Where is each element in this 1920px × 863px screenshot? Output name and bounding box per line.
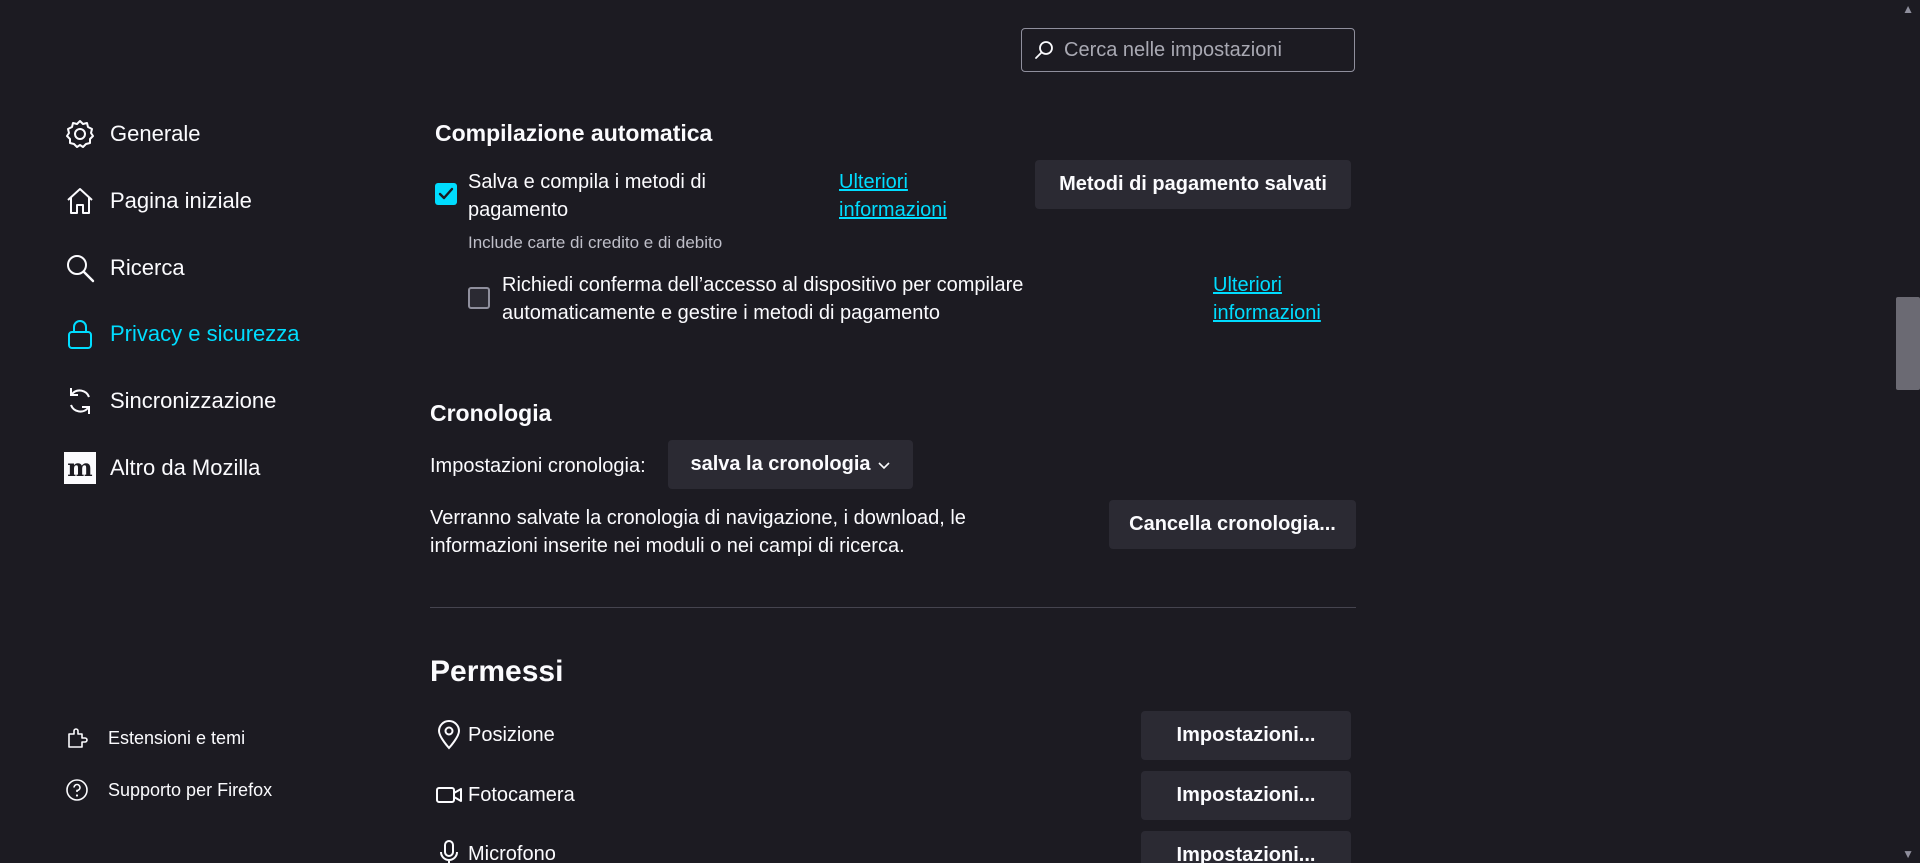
- sidebar-item-privacy[interactable]: Privacy e sicurezza: [64, 314, 300, 354]
- mozilla-icon: m: [64, 452, 96, 484]
- sidebar-item-label: Privacy e sicurezza: [110, 321, 300, 346]
- learn-more-link-auth[interactable]: Ulteriori informazioni: [1213, 271, 1321, 327]
- sidebar-item-label: Pagina iniziale: [110, 188, 252, 213]
- sidebar-item-label: Altro da Mozilla: [110, 455, 261, 480]
- extensions-label: Estensioni e temi: [108, 727, 246, 748]
- sidebar-footer-extensions[interactable]: Estensioni e temi: [64, 722, 245, 754]
- history-description-line1: Verranno salvate la cronologia di naviga…: [430, 507, 966, 529]
- learn-more-link-payment[interactable]: Ulteriori informazioni: [839, 168, 947, 224]
- location-settings-button[interactable]: Impostazioni...: [1141, 711, 1351, 760]
- chevron-down-icon: [877, 461, 890, 469]
- sidebar-item-sincronizzazione[interactable]: Sincronizzazione: [64, 381, 276, 421]
- learn-more-line2: informazioni: [1213, 302, 1321, 324]
- permission-row-location: Posizione: [436, 720, 555, 750]
- permission-row-microphone: Microfono: [436, 839, 556, 863]
- history-description-line2: informazioni inserite nei moduli o nei c…: [430, 535, 905, 557]
- save-payment-checkbox[interactable]: [435, 183, 457, 205]
- sidebar-item-altro-mozilla[interactable]: m Altro da Mozilla: [64, 448, 260, 488]
- saved-payment-methods-button[interactable]: Metodi di pagamento salvati: [1035, 160, 1351, 209]
- save-payment-sublabel: Include carte di credito e di debito: [468, 233, 723, 252]
- scrollbar-thumb[interactable]: [1896, 297, 1920, 390]
- save-payment-label-line1: Salva e compila i metodi di: [468, 171, 706, 193]
- sidebar-item-generale[interactable]: Generale: [64, 114, 201, 154]
- require-auth-checkbox[interactable]: [468, 287, 490, 309]
- checkmark-icon: [438, 187, 454, 200]
- search-icon: [64, 252, 96, 284]
- camera-settings-button[interactable]: Impostazioni...: [1141, 771, 1351, 820]
- require-auth-line2: automaticamente e gestire i metodi di pa…: [502, 302, 941, 324]
- autofill-heading: Compilazione automatica: [435, 120, 713, 146]
- lock-icon: [64, 318, 96, 350]
- svg-text:m: m: [67, 453, 92, 482]
- search-icon: [1035, 41, 1053, 59]
- permissions-heading: Permessi: [430, 655, 564, 688]
- learn-more-line2: informazioni: [839, 199, 947, 221]
- permission-label: Microfono: [468, 842, 556, 863]
- history-description: Verranno salvate la cronologia di naviga…: [430, 504, 966, 560]
- settings-search-input[interactable]: [1062, 37, 1326, 63]
- section-divider: [430, 607, 1356, 608]
- help-icon: [64, 777, 90, 803]
- sync-icon: [64, 385, 96, 417]
- save-payment-label: Salva e compila i metodi di pagamento: [468, 168, 706, 224]
- history-mode-dropdown[interactable]: salva la cronologia: [668, 440, 913, 489]
- require-auth-line1: Richiedi conferma dell’accesso al dispos…: [502, 274, 1024, 296]
- sidebar-item-ricerca[interactable]: Ricerca: [64, 248, 185, 288]
- save-payment-label-line2: pagamento: [468, 199, 569, 221]
- permission-label: Posizione: [468, 723, 555, 746]
- sidebar-item-label: Sincronizzazione: [110, 388, 277, 413]
- microphone-settings-button[interactable]: Impostazioni...: [1141, 831, 1351, 863]
- scroll-down-arrow-icon[interactable]: ▼: [1902, 847, 1914, 861]
- sidebar-item-pagina-iniziale[interactable]: Pagina iniziale: [64, 181, 252, 221]
- sidebar-footer-support[interactable]: Supporto per Firefox: [64, 774, 272, 806]
- camera-icon: [436, 780, 462, 810]
- clear-history-button[interactable]: Cancella cronologia...: [1109, 500, 1356, 549]
- gear-icon: [64, 118, 96, 150]
- support-label: Supporto per Firefox: [108, 779, 273, 800]
- history-heading: Cronologia: [430, 400, 552, 426]
- location-pin-icon: [436, 720, 462, 750]
- settings-search-box[interactable]: [1021, 28, 1355, 72]
- require-auth-label: Richiedi conferma dell’accesso al dispos…: [502, 271, 1023, 327]
- learn-more-line1: Ulteriori: [1213, 274, 1282, 296]
- history-settings-label: Impostazioni cronologia:: [430, 455, 646, 477]
- scroll-up-arrow-icon[interactable]: ▲: [1902, 2, 1914, 16]
- sidebar-item-label: Ricerca: [110, 255, 185, 280]
- microphone-icon: [436, 839, 462, 863]
- settings-page: Generale Pagina iniziale Ricerca Privacy…: [0, 0, 1920, 863]
- permission-label: Fotocamera: [468, 783, 575, 806]
- home-icon: [64, 185, 96, 217]
- sidebar-item-label: Generale: [110, 121, 201, 146]
- vertical-scrollbar[interactable]: ▲ ▼: [1896, 0, 1920, 863]
- learn-more-line1: Ulteriori: [839, 171, 908, 193]
- puzzle-icon: [64, 725, 90, 751]
- permission-row-camera: Fotocamera: [436, 780, 575, 810]
- history-mode-value: salva la cronologia: [690, 453, 871, 475]
